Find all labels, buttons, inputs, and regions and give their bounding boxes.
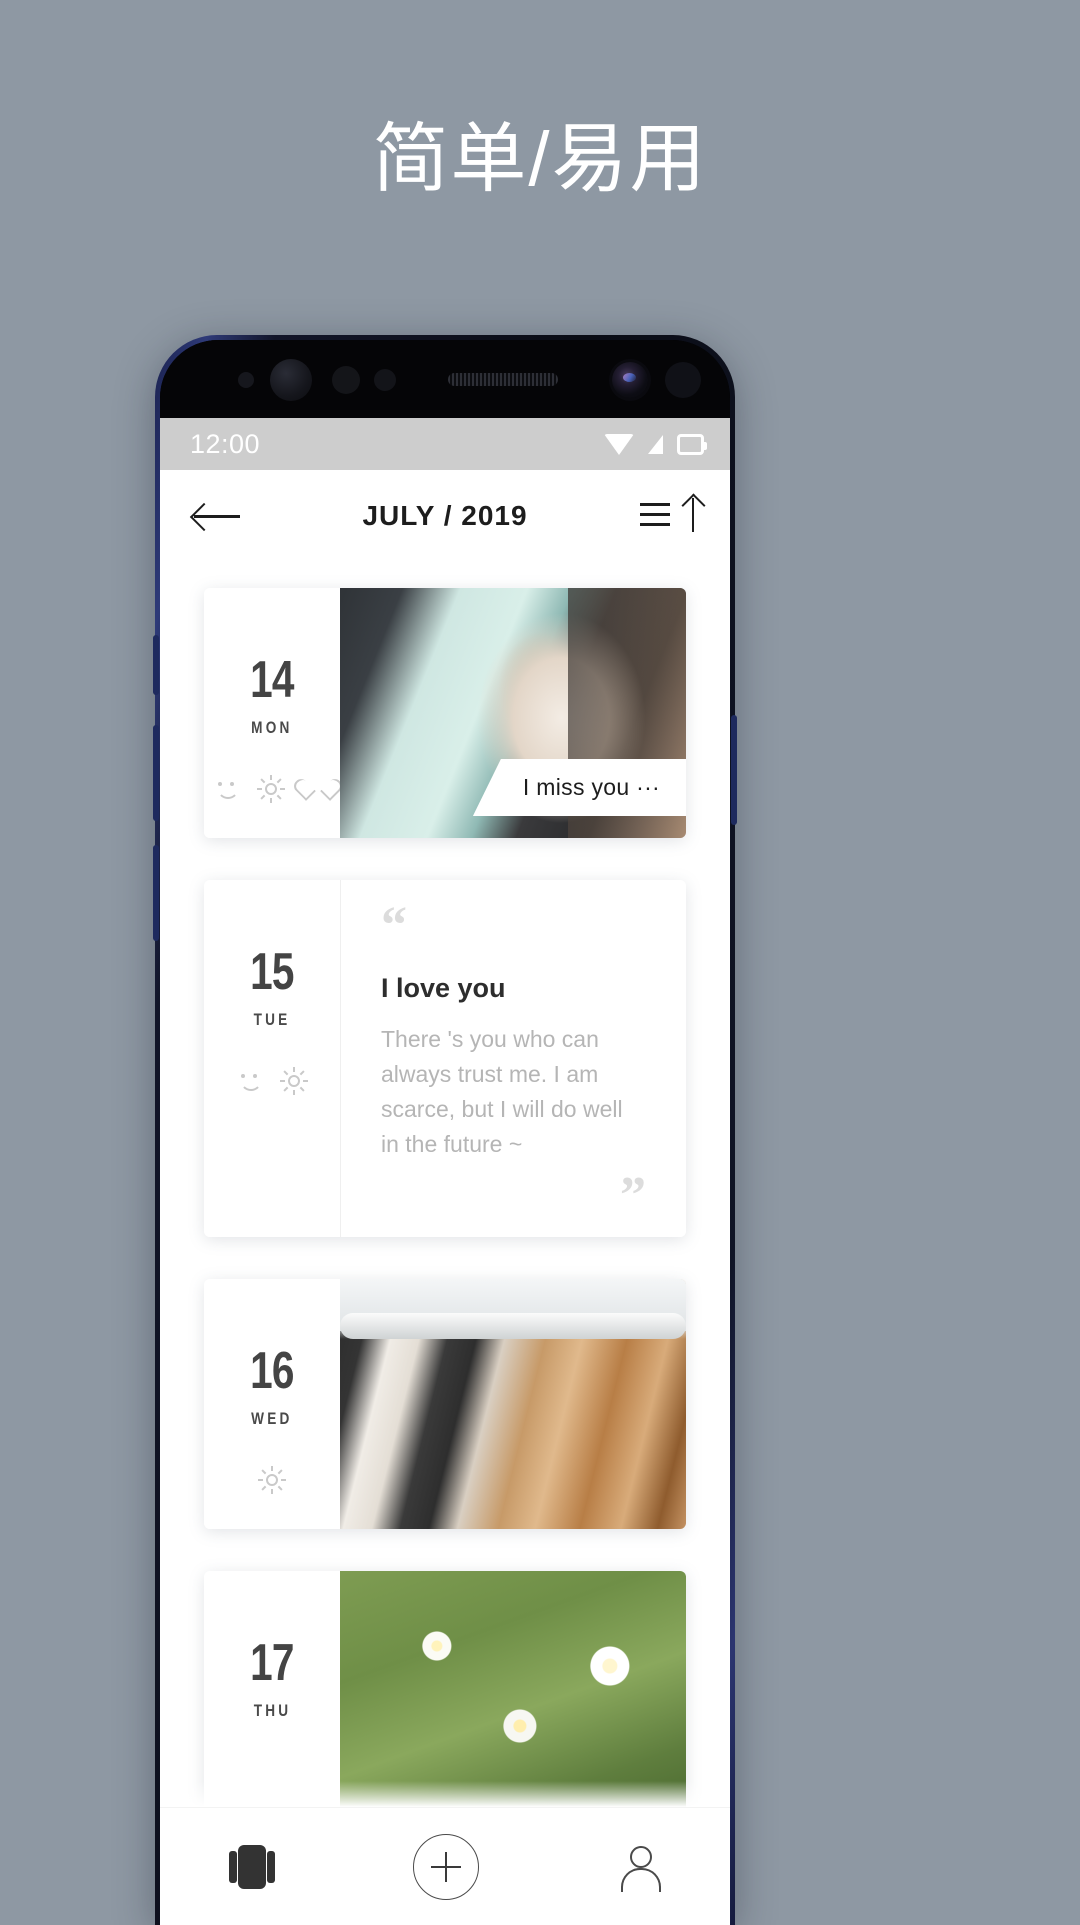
app-screen: 12:00 JULY / 2019 14 MON I miss you ··· … <box>160 418 730 1925</box>
day-number: 15 <box>250 943 294 1001</box>
day-number: 17 <box>250 1634 294 1692</box>
list-item[interactable]: 16 WED <box>204 1279 686 1529</box>
smile-icon[interactable] <box>214 777 239 801</box>
phone-button-volume-up[interactable] <box>153 725 159 821</box>
cards-stack-icon[interactable] <box>229 1844 275 1889</box>
light-sensor-icon <box>332 366 360 394</box>
phone-screen-bezel: 12:00 JULY / 2019 14 MON I miss you ··· … <box>160 340 730 1925</box>
sun-icon[interactable] <box>280 1067 308 1095</box>
mood-icon-row <box>214 775 330 803</box>
led-indicator-icon <box>374 369 396 391</box>
weekday-label: MON <box>251 718 293 737</box>
mood-icon-row <box>258 1466 286 1494</box>
phone-top-bezel <box>160 340 730 418</box>
phone-device-frame: 12:00 JULY / 2019 14 MON I miss you ··· … <box>153 335 737 1925</box>
smile-icon[interactable] <box>237 1069 262 1093</box>
card-media[interactable] <box>340 1571 686 1807</box>
bottom-navigation-bar <box>160 1807 730 1925</box>
quote-open-icon: “ <box>381 897 407 954</box>
phone-button-volume-down[interactable] <box>153 845 159 941</box>
daisy-flowers-photo <box>340 1571 686 1807</box>
app-header: JULY / 2019 <box>160 470 730 562</box>
diary-feed-list[interactable]: 14 MON I miss you ··· 15 TUE “ I love yo… <box>160 562 730 1807</box>
sort-ascending-icon[interactable] <box>640 496 696 536</box>
quote-close-icon: ” <box>620 1166 646 1224</box>
phone-button-bixby[interactable] <box>153 635 159 695</box>
mood-icon-row <box>237 1067 308 1095</box>
card-date-column: 17 THU <box>204 1571 340 1807</box>
iris-scanner-icon <box>270 359 312 401</box>
clothes-hangers-photo <box>340 1279 686 1529</box>
day-number: 14 <box>250 651 294 709</box>
card-media[interactable] <box>340 1279 686 1529</box>
quote-text: There 's you who can always trust me. I … <box>381 1026 623 1157</box>
card-date-column: 16 WED <box>204 1279 340 1529</box>
status-bar-icons <box>604 433 707 455</box>
page-title: 简单/易用 <box>372 117 708 202</box>
proximity-sensor-icon <box>238 372 254 388</box>
card-date-column: 15 TUE <box>204 880 340 1237</box>
phone-button-power[interactable] <box>731 715 737 825</box>
quote-title: I love you <box>381 973 506 1003</box>
earpiece-speaker-icon <box>448 373 558 386</box>
weekday-label: WED <box>251 1409 293 1428</box>
weekday-label: THU <box>253 1701 291 1720</box>
sun-icon[interactable] <box>258 1466 286 1494</box>
battery-icon <box>677 433 707 455</box>
list-item[interactable]: 14 MON I miss you ··· <box>204 588 686 838</box>
profile-icon[interactable] <box>617 1844 661 1892</box>
card-caption-ribbon[interactable]: I miss you ··· <box>472 759 686 816</box>
card-quote-body[interactable]: “ I love you There 's you who can always… <box>340 880 686 1237</box>
list-item[interactable]: 17 THU <box>204 1571 686 1807</box>
status-bar: 12:00 <box>160 418 730 470</box>
card-media[interactable]: I miss you ··· <box>340 588 686 838</box>
card-date-column: 14 MON <box>204 588 340 838</box>
front-camera-icon <box>612 362 648 398</box>
sun-icon[interactable] <box>257 775 285 803</box>
wifi-icon <box>604 433 634 455</box>
status-bar-clock: 12:00 <box>190 428 261 459</box>
add-circle-icon[interactable] <box>413 1833 479 1900</box>
list-item[interactable]: 15 TUE “ I love you There 's you who can… <box>204 880 686 1237</box>
signal-icon <box>648 434 663 454</box>
weekday-label: TUE <box>253 1010 291 1029</box>
secondary-sensor-icon <box>665 362 701 398</box>
heart-icon[interactable] <box>304 777 330 801</box>
day-number: 16 <box>250 1342 294 1400</box>
